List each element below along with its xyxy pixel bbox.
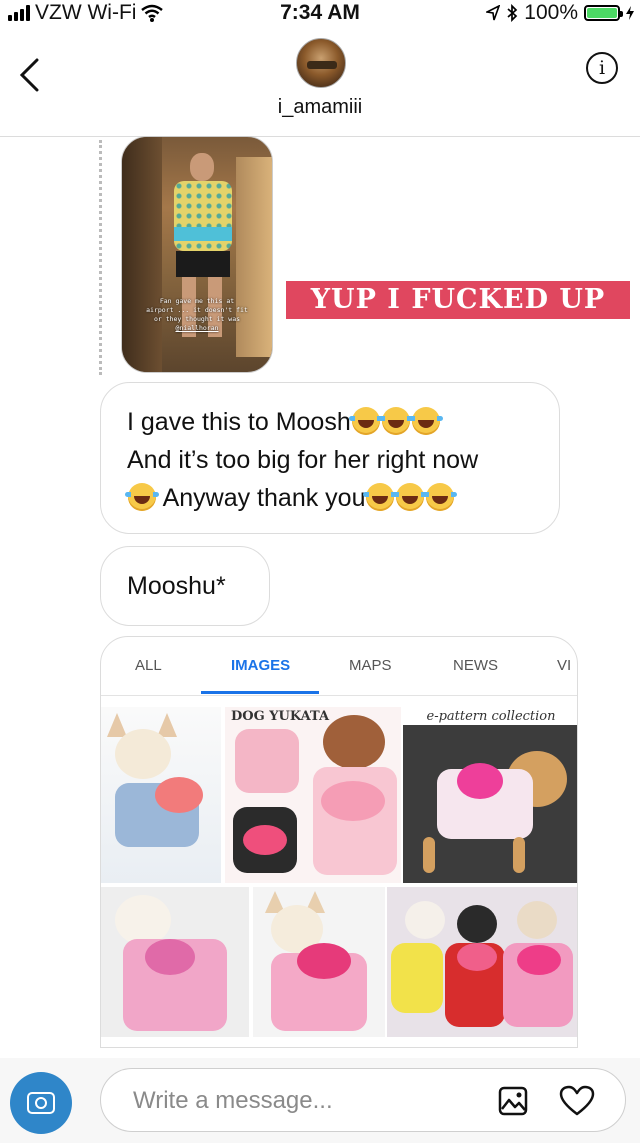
story-caption-line: airport ... it doesn't fit xyxy=(146,306,248,314)
story-reply-divider xyxy=(99,140,102,375)
message-input-container xyxy=(100,1068,626,1132)
status-right: 100% xyxy=(486,0,634,26)
battery-icon xyxy=(584,5,623,21)
message-bubble[interactable]: I gave this to Moosh And it’s too big fo… xyxy=(100,382,560,534)
search-result-image: DOG YUKATA xyxy=(225,707,401,883)
chevron-left-icon xyxy=(19,58,39,92)
charging-icon xyxy=(626,6,634,20)
gallery-icon[interactable] xyxy=(497,1085,529,1117)
conversation-header: i_amamiii i xyxy=(0,26,640,137)
laughing-emoji-icon xyxy=(378,407,413,435)
avatar[interactable] xyxy=(296,38,346,88)
search-result-image xyxy=(387,887,577,1037)
bluetooth-icon xyxy=(507,4,518,22)
battery-fill xyxy=(587,8,617,18)
search-result-image xyxy=(101,887,249,1037)
username[interactable]: i_amamiii xyxy=(0,96,640,119)
status-bar: VZW Wi-Fi 7:34 AM 100% xyxy=(0,0,640,26)
laughing-emoji-icon xyxy=(363,483,398,511)
laughing-emoji-icon xyxy=(393,483,428,511)
search-result-image xyxy=(253,887,385,1037)
collection-label: e-pattern collection xyxy=(426,709,556,724)
laughing-emoji-icon xyxy=(125,483,159,511)
tab-images: IMAGES xyxy=(231,657,291,674)
info-icon[interactable]: i xyxy=(586,52,618,84)
search-tabs: ALL IMAGES MAPS NEWS VI xyxy=(101,637,577,696)
story-thumbnail[interactable]: Fan gave me this at airport ... it doesn… xyxy=(121,136,273,373)
tab-maps: MAPS xyxy=(349,657,392,674)
laughing-emoji-icon xyxy=(348,407,383,435)
laughing-emoji-icon xyxy=(423,483,458,511)
message-line: Anyway thank you xyxy=(125,479,533,517)
shared-image-message[interactable]: ALL IMAGES MAPS NEWS VI DOG YUKATA e-pat… xyxy=(100,636,578,1048)
tab-video: VI xyxy=(557,657,572,674)
story-caption-line: Fan gave me this at xyxy=(159,297,235,305)
active-tab-indicator xyxy=(201,691,319,694)
story-caption-line: @niallhoran xyxy=(175,324,219,332)
message-line: And it’s too big for her right now xyxy=(127,441,533,479)
search-result-image: e-pattern collection xyxy=(403,707,577,883)
message-line: I gave this to Moosh xyxy=(127,403,533,441)
tab-all: ALL xyxy=(135,657,162,674)
tab-news: NEWS xyxy=(453,657,498,674)
battery-percent: 100% xyxy=(524,1,578,24)
heart-icon[interactable] xyxy=(559,1085,595,1117)
story-reply-text: YUP I FUCKED UP xyxy=(286,281,630,319)
brand-label: DOG YUKATA xyxy=(231,709,330,724)
back-button[interactable] xyxy=(18,58,40,97)
message-bubble[interactable]: Mooshu* xyxy=(100,546,270,626)
location-icon xyxy=(486,5,501,21)
laughing-emoji-icon xyxy=(408,407,443,435)
story-caption: Fan gave me this at airport ... it doesn… xyxy=(122,297,272,333)
search-result-image xyxy=(101,707,221,883)
camera-lens xyxy=(35,1097,47,1109)
camera-button[interactable] xyxy=(10,1072,72,1134)
message-text: Mooshu* xyxy=(127,572,226,600)
message-input[interactable] xyxy=(131,1079,475,1123)
message-text: And it’s too big for her right now xyxy=(127,446,479,474)
message-text: I gave this to Moosh xyxy=(127,408,351,436)
message-composer xyxy=(0,1058,640,1143)
story-caption-line: or they thought it was xyxy=(153,315,241,323)
message-text: Anyway thank you xyxy=(162,484,366,512)
